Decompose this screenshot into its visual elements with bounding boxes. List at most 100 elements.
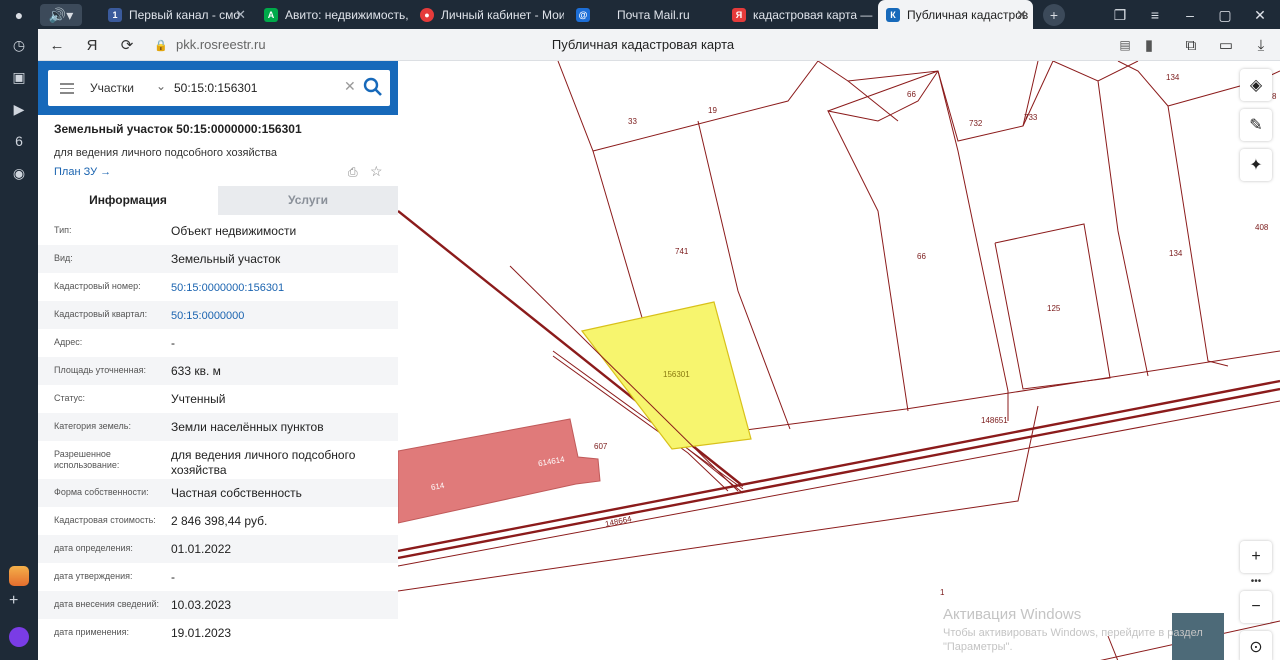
url-text[interactable]: pkk.rosreestr.ru — [176, 37, 266, 52]
windows-activation-text: Чтобы активировать Windows, перейдите в … — [943, 627, 1203, 653]
parcel-label: 66 — [917, 252, 926, 261]
alice-assistant-icon[interactable] — [9, 627, 29, 647]
info-value: 01.01.2022 — [171, 542, 232, 556]
zoom-more-icon[interactable]: ••• — [1241, 576, 1271, 587]
zoom-in-icon[interactable]: + — [1240, 541, 1272, 573]
search-box[interactable]: Участки ⌄ 50:15:0:156301 ✕ — [48, 70, 390, 106]
parcel-label: 19 — [708, 106, 717, 115]
add-plus-icon[interactable]: + — [9, 592, 18, 610]
plan-link[interactable]: План ЗУ → — [54, 166, 111, 178]
search-input[interactable]: 50:15:0:156301 — [174, 81, 257, 95]
tab-title: кадастровая карта — Ян — [753, 7, 876, 22]
restore-icon[interactable]: ▢ — [1211, 4, 1239, 26]
info-label: дата внесения сведений: — [54, 599, 159, 609]
info-value: Учтенный — [171, 392, 226, 406]
browser-tab[interactable]: @ Почта Mail.ru — [568, 0, 720, 29]
info-row: Форма собственности: Частная собственност… — [38, 479, 398, 507]
collections-icon[interactable]: ▣ — [8, 66, 30, 88]
profile-icon[interactable]: ● — [8, 4, 30, 26]
layers-icon[interactable]: ◈ — [1240, 69, 1272, 101]
close-window-icon[interactable]: ✕ — [1246, 4, 1274, 26]
six-icon[interactable]: 6 — [8, 130, 30, 152]
bookmark-icon[interactable]: ▮ — [1138, 34, 1160, 56]
tab-favicon-icon: A — [264, 7, 278, 22]
camera-icon[interactable]: ◉ — [8, 162, 30, 184]
app-shortcut-icon[interactable] — [9, 566, 29, 586]
reader-icon[interactable]: ▤ — [1114, 34, 1136, 56]
parcel-label: 607 — [594, 442, 608, 451]
print-icon[interactable]: ⎙ — [348, 165, 362, 179]
ruler-icon[interactable]: ✎ — [1240, 109, 1272, 141]
parcel-label: 8 — [1272, 92, 1277, 101]
close-icon[interactable]: ✕ — [235, 7, 246, 23]
tab-information[interactable]: Информация — [38, 186, 218, 215]
info-row: Тип: Объект недвижимости — [38, 217, 398, 245]
locate-icon[interactable]: ✦ — [1240, 149, 1272, 181]
tabs-overview-icon[interactable]: ❐ — [1106, 4, 1134, 26]
search-icon[interactable] — [362, 76, 384, 98]
browser-tab[interactable]: 1 Первый канал - смо ✕ — [100, 0, 252, 29]
history-icon[interactable]: ◷ — [8, 34, 30, 56]
star-icon[interactable]: ☆ — [370, 163, 383, 180]
search-type-select[interactable]: Участки — [90, 81, 134, 95]
info-label: дата применения: — [54, 627, 130, 637]
parcel-label: 732 — [969, 119, 983, 128]
vpn-icon[interactable]: ▭ — [1215, 34, 1237, 56]
browser-tab-active[interactable]: К Публичная кадастров ✕ — [878, 0, 1033, 29]
info-panel: Участки ⌄ 50:15:0:156301 ✕ ❮ Земельный у… — [38, 61, 398, 660]
cadastral-map[interactable]: 33 19 66 732 733 134 8 741 66 134 408 12… — [398, 61, 1280, 660]
info-value: 19.01.2023 — [171, 626, 232, 640]
shelf-icon[interactable]: ⧉ — [1180, 34, 1202, 56]
info-label: Адрес: — [54, 337, 83, 347]
new-tab-plus-icon[interactable]: + — [1043, 4, 1065, 26]
minimize-icon[interactable]: – — [1176, 4, 1204, 26]
tab-services[interactable]: Услуги — [218, 186, 398, 215]
info-value: - — [171, 336, 175, 350]
back-arrow-icon[interactable]: ← — [46, 34, 68, 56]
browser-tab-bar: ● 🔊▾ 1 Первый канал - смо ✕ A Авито: нед… — [0, 0, 1280, 29]
object-title: Земельный участок 50:15:0000000:156301 — [54, 122, 302, 136]
reload-icon[interactable]: ⟳ — [116, 34, 138, 56]
downloads-icon[interactable]: ⤓ — [1250, 34, 1272, 56]
clear-icon[interactable]: ✕ — [344, 78, 356, 95]
lock-icon[interactable]: 🔒 — [150, 34, 172, 56]
parcel-label: 1 — [940, 588, 945, 597]
info-row: дата определения: 01.01.2022 — [38, 535, 398, 563]
info-value: - — [171, 570, 175, 584]
tab-title: Первый канал - смо — [129, 7, 241, 22]
page-title: Публичная кадастровая карта — [551, 37, 735, 52]
compass-icon[interactable]: ⊙ — [1240, 631, 1272, 660]
tab-favicon-icon: ● — [420, 7, 434, 22]
info-row: Площадь уточненная: 633 кв. м — [38, 357, 398, 385]
info-row: Кадастровая стоимость: 2 846 398,44 руб. — [38, 507, 398, 535]
info-row: Статус: Учтенный — [38, 385, 398, 413]
yandex-icon[interactable]: Я — [81, 34, 103, 56]
video-icon[interactable]: ▶ — [8, 98, 30, 120]
info-value: Объект недвижимости — [171, 224, 297, 238]
info-row: Категория земель: Земли населённых пункто… — [38, 413, 398, 441]
info-tabs: Информация Услуги — [38, 186, 398, 215]
browser-tab[interactable]: ● Личный кабинет - Мои с — [412, 0, 564, 29]
tab-audio-control[interactable]: 🔊▾ — [40, 4, 82, 26]
info-row: Разрешенное использование: для ведения ли… — [38, 441, 398, 479]
info-row: Адрес: - — [38, 329, 398, 357]
info-value[interactable]: 50:15:0000000 — [171, 309, 391, 324]
menu-icon[interactable]: ≡ — [1141, 4, 1169, 26]
close-icon[interactable]: ✕ — [1016, 7, 1027, 23]
info-value: для ведения личного подсобного хозяйства — [171, 448, 356, 477]
tab-title: Личный кабинет - Мои с — [441, 7, 564, 22]
tab-title: Почта Mail.ru — [617, 7, 690, 22]
info-table: Тип: Объект недвижимости Вид: Земельный уча… — [38, 217, 398, 647]
windows-activation-title: Активация Windows — [943, 606, 1082, 623]
hamburger-icon[interactable] — [60, 81, 74, 95]
browser-tab[interactable]: Я кадастровая карта — Ян — [724, 0, 876, 29]
map-canvas[interactable] — [398, 61, 1280, 660]
zoom-out-icon[interactable]: − — [1240, 591, 1272, 623]
info-label: дата определения: — [54, 543, 133, 553]
building-polygon[interactable] — [398, 418, 601, 524]
info-label: Разрешенное использование: — [54, 449, 120, 470]
tab-favicon-icon: Я — [732, 7, 746, 22]
info-value[interactable]: 50:15:0000000:156301 — [171, 281, 391, 296]
browser-tab[interactable]: A Авито: недвижимость, тр — [256, 0, 408, 29]
chevron-down-icon[interactable]: ⌄ — [156, 79, 166, 93]
